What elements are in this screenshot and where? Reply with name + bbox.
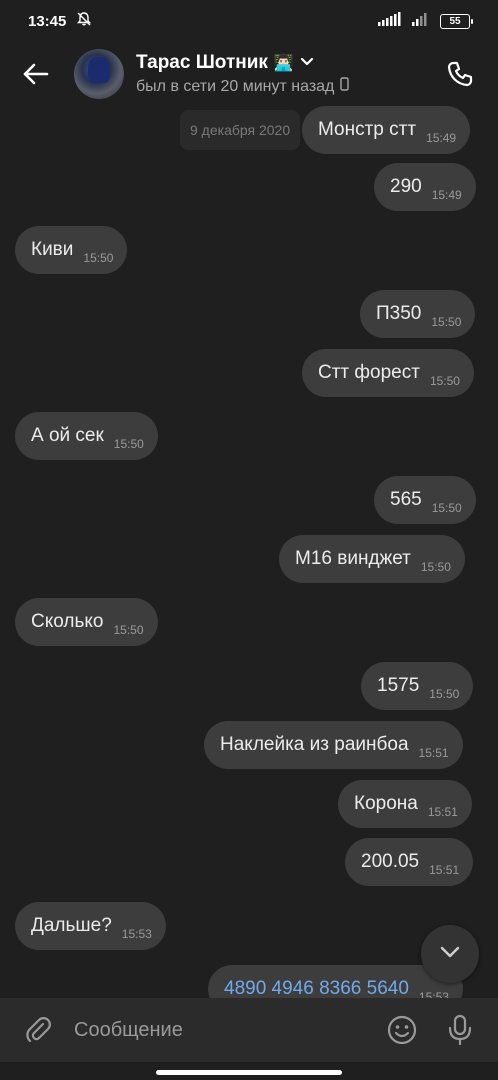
mobile-phone-icon	[340, 77, 350, 96]
message-list[interactable]: 9 декабря 2020 Монстр стт 15:49 290 15:4…	[0, 106, 498, 998]
message-link-text[interactable]: 4890 4946 8366 5640	[224, 978, 409, 998]
last-seen-status: был в сети 20 минут назад	[136, 77, 335, 95]
emoji-icon[interactable]	[384, 1012, 420, 1048]
avatar[interactable]	[74, 49, 124, 99]
signal-secondary-icon	[412, 12, 432, 30]
message-time: 15:49	[426, 131, 457, 145]
message-time: 15:49	[431, 188, 462, 202]
message-time: 15:50	[429, 687, 460, 701]
message-bubble[interactable]: А ой сек 15:50	[15, 412, 158, 460]
technologist-emoji: 👨🏻‍💻	[273, 55, 294, 72]
message-bubble[interactable]: Киви 15:50	[15, 226, 128, 274]
chevron-down-icon	[439, 945, 461, 964]
message-time: 15:50	[431, 315, 462, 329]
message-text: Дальше?	[31, 915, 112, 936]
status-icons: 55	[378, 12, 473, 30]
home-indicator[interactable]	[156, 1070, 342, 1075]
bell-off-icon	[76, 11, 92, 31]
message-time: 15:50	[113, 437, 144, 451]
message-time: 15:53	[121, 927, 152, 941]
message-text: А ой сек	[31, 425, 104, 446]
clock: 13:45	[28, 12, 67, 30]
contact-name: Тарас Шотник	[136, 52, 268, 73]
message-text: Монстр стт	[318, 119, 417, 140]
message-bubble[interactable]: 200.05 15:51	[345, 838, 474, 886]
message-bubble[interactable]: Сколько 15:50	[15, 598, 158, 646]
message-input[interactable]	[74, 1010, 384, 1050]
message-bubble[interactable]: Стт форест 15:50	[302, 349, 474, 397]
message-bubble[interactable]: М16 винджет 15:50	[279, 535, 465, 583]
microphone-icon[interactable]	[442, 1012, 478, 1048]
chevron-down-icon[interactable]	[300, 54, 314, 72]
message-time: 15:50	[83, 251, 114, 265]
message-composer	[0, 998, 498, 1062]
scroll-down-button[interactable]	[421, 925, 479, 983]
message-text: П350	[376, 303, 422, 324]
status-bar: 13:45 55	[0, 0, 498, 42]
message-time: 15:50	[113, 623, 144, 637]
message-time: 15:50	[431, 501, 462, 515]
contact-info[interactable]: Тарас Шотник 👨🏻‍💻 был в сети 20 минут на…	[136, 52, 350, 96]
message-bubble[interactable]: 290 15:49	[374, 163, 476, 211]
message-bubble[interactable]: Корона 15:51	[338, 780, 472, 828]
message-bubble[interactable]: Монстр стт 15:49	[302, 106, 471, 154]
message-time: 15:51	[418, 746, 449, 760]
message-time: 15:53	[418, 990, 449, 998]
message-time: 15:50	[420, 560, 451, 574]
paperclip-icon[interactable]	[20, 1012, 56, 1048]
back-arrow-icon[interactable]	[18, 56, 54, 92]
message-bubble[interactable]: 565 15:50	[374, 476, 476, 524]
message-bubble[interactable]: 4890 4946 8366 5640 15:53	[208, 965, 463, 998]
message-time: 15:51	[429, 863, 460, 877]
message-time: 15:51	[427, 805, 458, 819]
battery-icon: 55	[440, 13, 473, 29]
date-separator: 9 декабря 2020	[180, 110, 301, 150]
signal-icon	[378, 12, 404, 30]
message-text: Сколько	[31, 611, 104, 632]
message-text: Корона	[354, 793, 418, 814]
message-text: 200.05	[361, 851, 420, 872]
message-text: 290	[390, 176, 422, 197]
phone-call-icon[interactable]	[440, 54, 480, 94]
message-text: Киви	[31, 239, 74, 260]
message-bubble[interactable]: П350 15:50	[360, 290, 476, 338]
message-time: 15:50	[429, 374, 460, 388]
message-bubble[interactable]: Дальше? 15:53	[15, 902, 166, 950]
message-text: 1575	[377, 675, 420, 696]
message-bubble[interactable]: Наклейка из раинбоа 15:51	[204, 721, 463, 769]
message-text: Стт форест	[318, 362, 420, 383]
message-text: 565	[390, 489, 422, 510]
chat-header: Тарас Шотник 👨🏻‍💻 был в сети 20 минут на…	[0, 42, 498, 106]
message-bubble[interactable]: 1575 15:50	[361, 662, 474, 710]
message-text: Наклейка из раинбоа	[220, 734, 409, 755]
message-text: М16 винджет	[295, 548, 411, 569]
